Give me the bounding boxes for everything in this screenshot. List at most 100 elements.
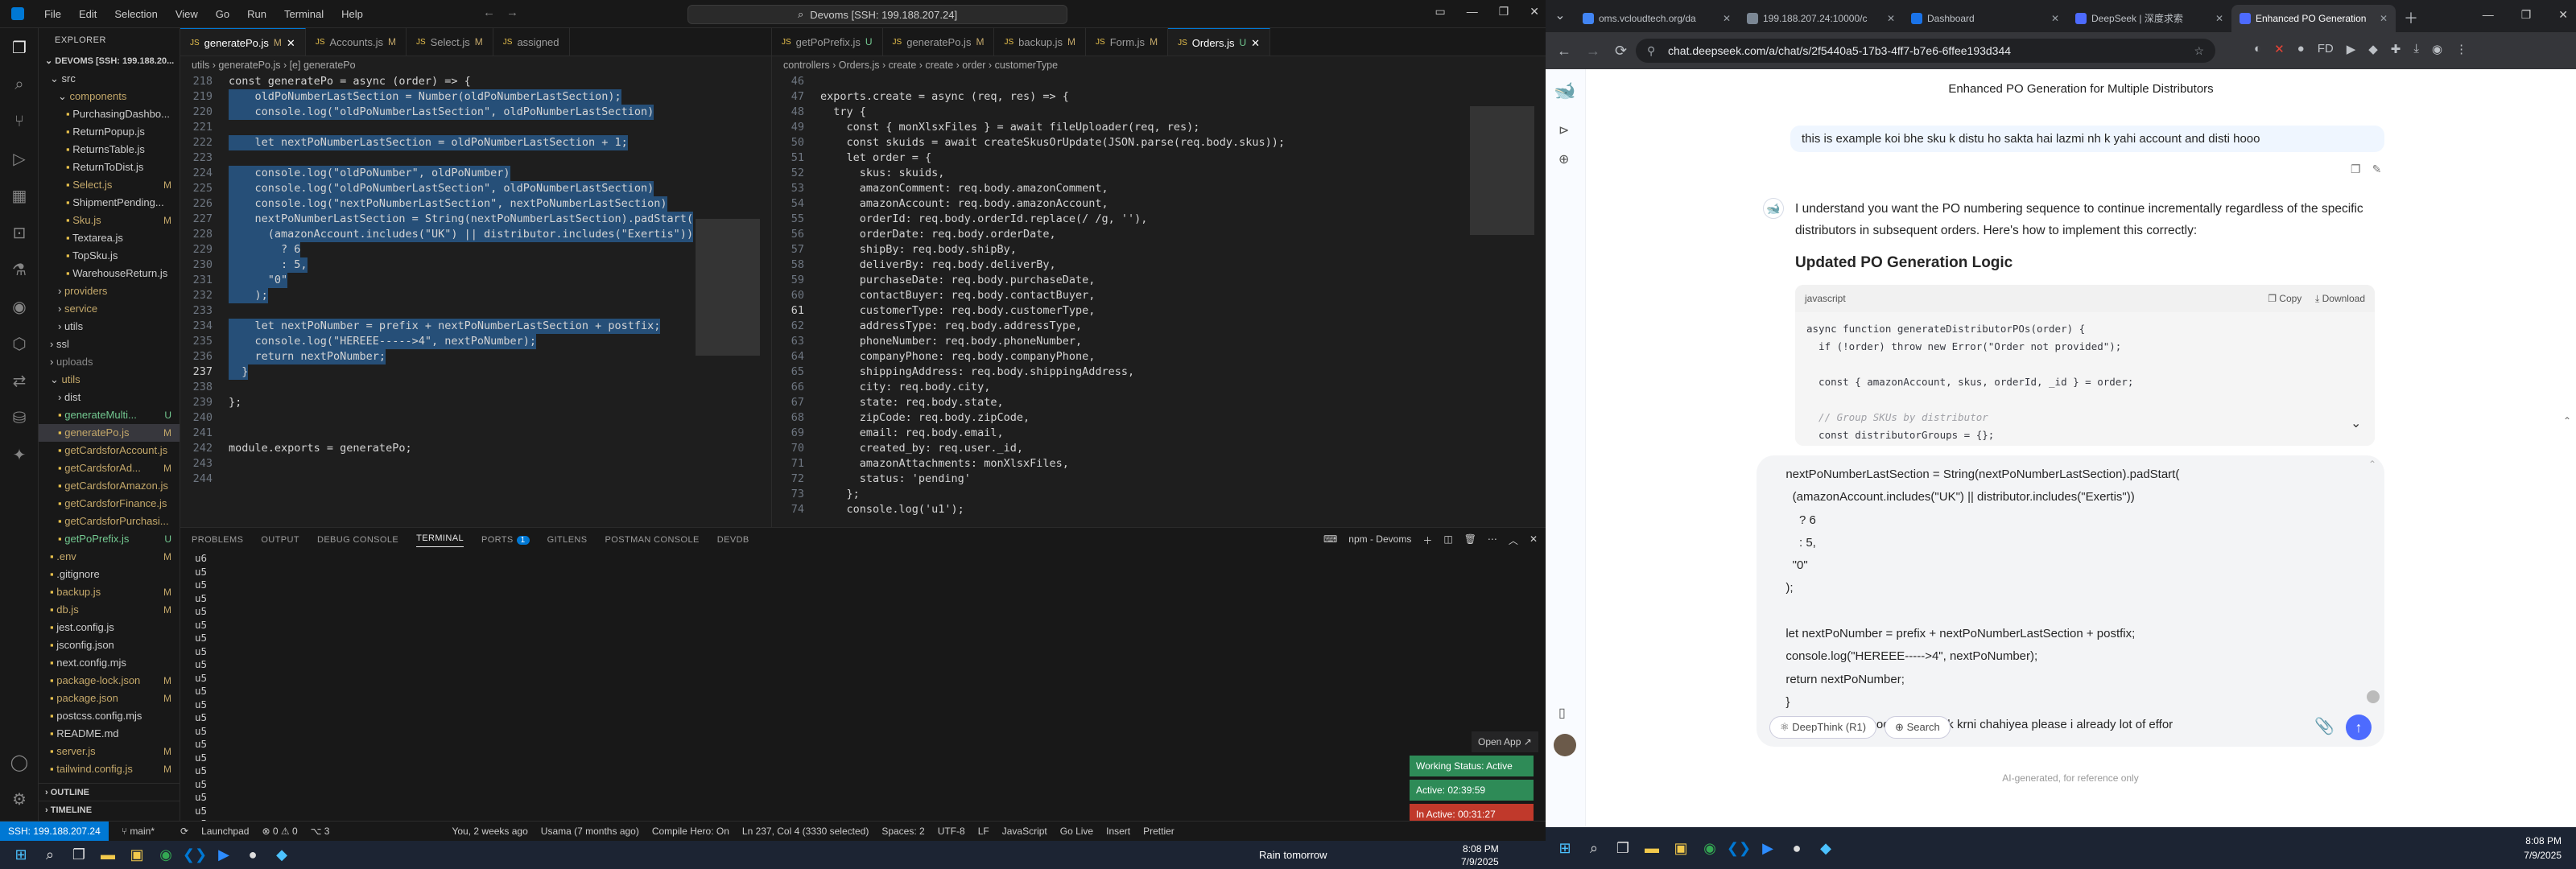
chat-composer[interactable]: nextPoNumberLastSection = String(nextPoN…: [1757, 455, 2384, 747]
windows-start-icon[interactable]: ⊞: [6, 841, 35, 869]
file-item[interactable]: ▪ Textarea.js: [39, 229, 180, 247]
minimap-right[interactable]: [1470, 74, 1534, 527]
editor-tab[interactable]: JS generatePo.js M: [883, 28, 995, 56]
workspace-root[interactable]: ⌄ DEVOMS [SSH: 199.188.20...: [39, 52, 180, 70]
close-icon[interactable]: ✕: [2215, 5, 2223, 32]
store-icon[interactable]: ▣: [1666, 834, 1695, 863]
live-share-icon[interactable]: ⇄: [10, 371, 29, 390]
extension-icon[interactable]: FD: [2318, 42, 2334, 56]
deepseek-logo-icon[interactable]: 🐋: [1554, 80, 1575, 101]
browser-tab[interactable]: 199.188.207.24:10000/c ✕: [1739, 5, 1903, 32]
folder-item[interactable]: › uploads: [39, 353, 180, 371]
editor-tab[interactable]: JS Orders.js U ✕: [1168, 28, 1271, 56]
chevron-down-icon[interactable]: ⌄: [2351, 415, 2361, 431]
menu-item-view[interactable]: View: [167, 8, 207, 20]
editor-tab[interactable]: JS generatePo.js M ✕: [180, 28, 306, 56]
extension-icon[interactable]: ◐: [2254, 42, 2261, 56]
file-explorer-icon[interactable]: ▬: [93, 841, 122, 869]
account-icon[interactable]: ◯: [10, 752, 29, 772]
file-item[interactable]: ▪ tailwind.config.js M: [39, 760, 180, 778]
command-center[interactable]: ⌕ Devoms [SSH: 199.188.207.24]: [687, 5, 1067, 24]
menu-item-help[interactable]: Help: [332, 8, 372, 20]
postman-icon[interactable]: ✦: [10, 445, 29, 464]
file-item[interactable]: ▪ jest.config.js: [39, 619, 180, 636]
run-debug-icon[interactable]: ▷: [10, 149, 29, 168]
weather-widget[interactable]: Rain tomorrow: [1259, 849, 1327, 861]
encoding[interactable]: UTF-8: [938, 826, 965, 837]
tab-problems[interactable]: PROBLEMS: [192, 535, 243, 545]
minimize-icon[interactable]: —: [2483, 8, 2494, 22]
file-item[interactable]: ▪ package-lock.json M: [39, 672, 180, 690]
folder-item[interactable]: › service: [39, 300, 180, 318]
folder-item[interactable]: › dist: [39, 389, 180, 406]
launchpad-button[interactable]: Launchpad: [201, 826, 249, 837]
maximize-icon[interactable]: ❐: [1499, 5, 1509, 19]
menu-item-selection[interactable]: Selection: [105, 8, 166, 20]
tab-search-icon[interactable]: ⌄: [1546, 0, 1575, 32]
file-item[interactable]: ▪ README.md: [39, 725, 180, 743]
go-live[interactable]: Go Live: [1060, 826, 1093, 837]
editor-tab[interactable]: JS backup.js M: [994, 28, 1087, 56]
folder-item[interactable]: ⌄ utils: [39, 371, 180, 389]
close-icon[interactable]: ✕: [1251, 29, 1260, 56]
attach-icon[interactable]: 📎: [2314, 716, 2334, 736]
prettier[interactable]: Prettier: [1143, 826, 1174, 837]
open-app-button[interactable]: Open App ↗: [1472, 731, 1538, 752]
send-button[interactable]: ↑: [2346, 715, 2372, 740]
folder-item[interactable]: › utils: [39, 318, 180, 336]
vscode-icon[interactable]: ❮❯: [1724, 834, 1753, 863]
clock[interactable]: 8:08 PM 7/9/2025: [2524, 834, 2562, 863]
browser-tab[interactable]: DeepSeek | 深度求索 ✕: [2067, 5, 2231, 32]
close-icon[interactable]: ✕: [1887, 5, 1895, 32]
split-terminal-icon[interactable]: ◫: [1443, 533, 1452, 547]
eol[interactable]: LF: [978, 826, 989, 837]
editor-tab[interactable]: JS getPoPrefix.js U: [772, 28, 883, 56]
menu-dots-icon[interactable]: ⋮: [2455, 42, 2467, 56]
explorer-icon[interactable]: ❐: [10, 38, 29, 57]
windows-start-icon[interactable]: ⊞: [1550, 834, 1579, 863]
back-arrow-icon[interactable]: ←: [483, 6, 495, 19]
menu-item-file[interactable]: File: [35, 8, 70, 20]
task-view-icon[interactable]: ❐: [1608, 834, 1637, 863]
file-item[interactable]: ▪ ReturnToDist.js: [39, 159, 180, 176]
close-icon[interactable]: ✕: [1723, 5, 1731, 32]
file-item[interactable]: ▪ ReturnsTable.js: [39, 141, 180, 159]
file-item[interactable]: ▪ Select.js M: [39, 176, 180, 194]
file-item[interactable]: ▪ postcss.config.mjs: [39, 707, 180, 725]
reload-icon[interactable]: ⟳: [1615, 43, 1627, 60]
docker-icon[interactable]: ⬡: [10, 334, 29, 353]
timeline-section[interactable]: › TIMELINE: [39, 801, 180, 818]
minimize-icon[interactable]: —: [1467, 5, 1478, 19]
file-item[interactable]: ▪ getCardsforAccount.js: [39, 442, 180, 459]
page-scroll-icon[interactable]: ⌃: [2563, 415, 2571, 426]
download-code-button[interactable]: ⤓ Download: [2315, 293, 2365, 304]
problems-indicator[interactable]: ⊗ 0 ⚠ 0: [262, 826, 297, 837]
editor-tab[interactable]: JS Accounts.js M: [306, 28, 407, 56]
close-icon[interactable]: ✕: [1530, 5, 1539, 19]
zoom-icon[interactable]: ▶: [209, 841, 238, 869]
breadcrumb[interactable]: utils › generatePo.js › [e] generatePo: [180, 56, 771, 74]
ports-indicator[interactable]: ⌥ 3: [311, 826, 343, 837]
file-item[interactable]: ▪ jsconfig.json: [39, 636, 180, 654]
code-editor-left[interactable]: 218 const generatePo = async (order) => {…: [180, 74, 771, 527]
edit-icon[interactable]: ✎: [2372, 163, 2382, 176]
copy-icon[interactable]: ❐: [2351, 163, 2361, 176]
file-item[interactable]: ▪ TopSku.js: [39, 247, 180, 265]
deepthink-toggle[interactable]: ⚛ DeepThink (R1): [1769, 716, 1877, 739]
database-icon[interactable]: ⛁: [10, 408, 29, 427]
vscode-icon[interactable]: ❮❯: [180, 841, 209, 869]
menu-item-run[interactable]: Run: [238, 8, 275, 20]
chrome-icon[interactable]: ◉: [1695, 834, 1724, 863]
folder-item[interactable]: ⌄ src: [39, 70, 180, 88]
forward-arrow-icon[interactable]: →: [506, 6, 518, 19]
extensions-icon[interactable]: ▦: [10, 186, 29, 205]
file-item[interactable]: ▪ server.js M: [39, 743, 180, 760]
mobile-app-icon[interactable]: ▯: [1558, 705, 1566, 721]
branch-indicator[interactable]: ⑂ main*: [122, 826, 167, 837]
tab-ports[interactable]: PORTS 1: [481, 535, 530, 545]
chrome-icon[interactable]: ◉: [151, 841, 180, 869]
search-toggle[interactable]: ⊕ Search: [1885, 716, 1951, 739]
app-icon[interactable]: ◆: [267, 841, 296, 869]
zoom-icon[interactable]: ▶: [1753, 834, 1782, 863]
terminal-output[interactable]: u6 u5 u5 u5 u5 u5 u5 u5 u5 u5 u5 u5 u5 u5 u5 u5 u5 u5 u5 u5…: [180, 552, 1546, 844]
